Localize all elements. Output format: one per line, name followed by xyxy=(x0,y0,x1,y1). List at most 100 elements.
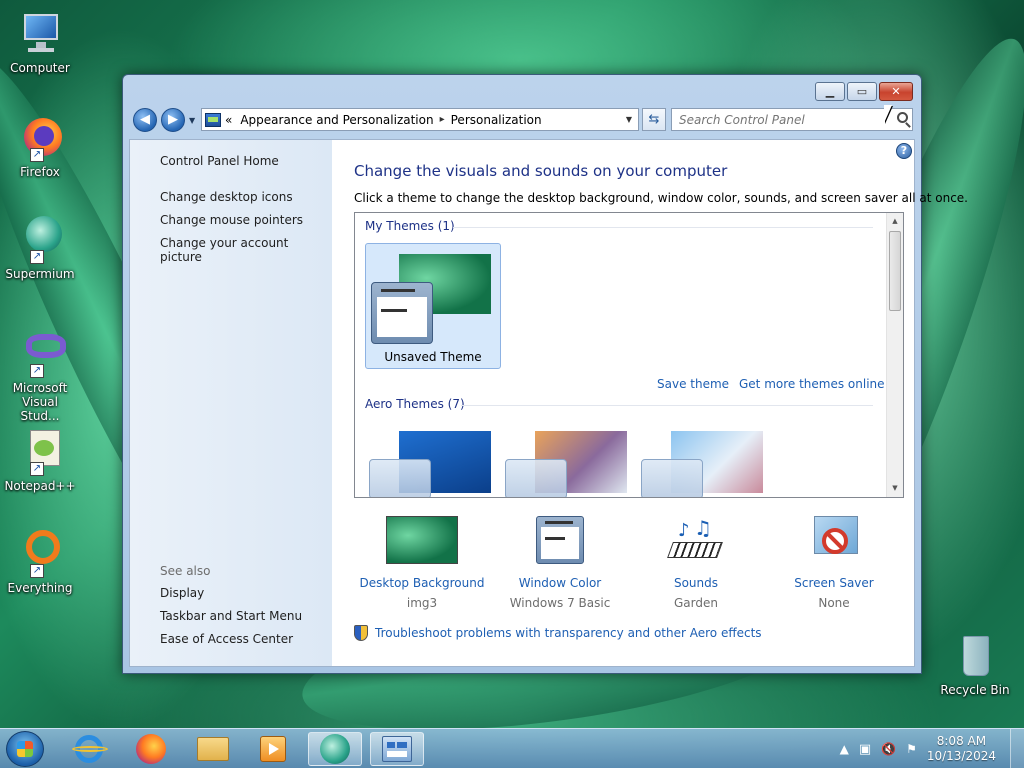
desktop-background-title[interactable]: Desktop Background xyxy=(347,576,497,590)
change-account-picture-link[interactable]: Change your account picture xyxy=(160,236,332,264)
desktop-background-icon xyxy=(386,516,458,566)
start-button[interactable] xyxy=(6,731,44,767)
firefox-icon xyxy=(136,734,166,764)
control-panel-icon xyxy=(205,112,221,127)
recent-pages-dropdown[interactable]: ▼ xyxy=(189,116,195,125)
maximize-button[interactable]: ▭ xyxy=(847,82,877,101)
window-color-title[interactable]: Window Color xyxy=(485,576,635,590)
desktop-background-setting[interactable]: Desktop Background img3 xyxy=(347,516,497,610)
save-theme-link[interactable]: Save theme xyxy=(657,377,729,391)
close-button[interactable]: ✕ xyxy=(879,82,913,101)
clock[interactable]: 8:08 AM 10/13/2024 xyxy=(927,734,996,764)
system-tray: ▲ ▣ 🔇 ⚑ 8:08 AM 10/13/2024 xyxy=(840,729,1024,768)
content-area: Control Panel Home Change desktop icons … xyxy=(129,139,968,667)
help-icon[interactable]: ? xyxy=(896,143,912,159)
theme-tile-unsaved[interactable]: Unsaved Theme xyxy=(365,243,501,369)
chevron-down-icon[interactable]: ▼ xyxy=(626,115,632,124)
notepadpp-icon: ↗ xyxy=(16,428,64,476)
breadcrumb-appearance[interactable]: Appearance and Personalization xyxy=(240,113,433,127)
see-also-label: See also xyxy=(160,564,211,578)
scroll-thumb[interactable] xyxy=(889,231,901,311)
breadcrumb-separator[interactable]: ▸ xyxy=(440,114,445,125)
internet-explorer-icon xyxy=(72,735,108,763)
desktop-icon-notepadpp[interactable]: ↗ Notepad++ xyxy=(2,428,78,493)
change-mouse-pointers-link[interactable]: Change mouse pointers xyxy=(160,213,303,227)
breadcrumb-overflow[interactable]: « xyxy=(225,113,232,127)
caption-buttons: ▁ ▭ ✕ xyxy=(813,82,913,101)
everything-icon: ↗ xyxy=(16,530,64,578)
taskbar: ▲ ▣ 🔇 ⚑ 8:08 AM 10/13/2024 xyxy=(0,728,1024,768)
scroll-down-arrow[interactable]: ▼ xyxy=(887,480,903,497)
theme-label: Unsaved Theme xyxy=(384,350,482,364)
theme-list: My Themes (1) Unsaved Theme Save theme G… xyxy=(354,212,904,498)
sounds-setting[interactable]: ♪ ♫ Sounds Garden xyxy=(621,516,771,610)
folder-icon xyxy=(197,737,229,761)
desktop-icon-supermium[interactable]: ↗ Supermium xyxy=(2,216,78,281)
refresh-button[interactable]: ⇆ xyxy=(642,108,666,131)
supermium-icon xyxy=(320,734,350,764)
clock-time: 8:08 AM xyxy=(936,734,987,748)
clock-date: 10/13/2024 xyxy=(926,749,996,763)
volume-muted-icon[interactable]: 🔇 xyxy=(881,742,896,756)
taskbar-firefox[interactable] xyxy=(124,732,178,766)
screen-saver-setting[interactable]: Screen Saver None xyxy=(759,516,909,610)
page-description: Click a theme to change the desktop back… xyxy=(354,191,968,205)
taskbar-start-menu-link[interactable]: Taskbar and Start Menu xyxy=(160,609,302,623)
search-icon[interactable] xyxy=(897,112,908,123)
window-preview xyxy=(371,282,433,344)
action-center-flag-icon[interactable]: ⚑ xyxy=(906,742,917,756)
desktop-icon-firefox[interactable]: ↗ Firefox xyxy=(2,114,78,179)
troubleshoot-label[interactable]: Troubleshoot problems with transparency … xyxy=(375,626,762,640)
firefox-icon: ↗ xyxy=(16,114,64,162)
control-panel-home-link[interactable]: Control Panel Home xyxy=(160,154,279,168)
screen-saver-value: None xyxy=(818,596,850,610)
my-themes-label: My Themes (1) xyxy=(365,219,455,233)
breadcrumb-personalization[interactable]: Personalization xyxy=(451,113,542,127)
taskbar-internet-explorer[interactable] xyxy=(62,732,116,766)
get-more-themes-link[interactable]: Get more themes online xyxy=(739,377,885,391)
shield-icon xyxy=(354,625,368,641)
scroll-up-arrow[interactable]: ▲ xyxy=(887,213,903,230)
computer-icon xyxy=(16,10,64,58)
desktop-icon-visual-studio[interactable]: ↗ Microsoft Visual Stud... xyxy=(2,330,78,423)
sounds-value: Garden xyxy=(674,596,718,610)
taskbar-explorer[interactable] xyxy=(186,732,240,766)
search-input[interactable] xyxy=(672,109,882,130)
troubleshoot-link[interactable]: Troubleshoot problems with transparency … xyxy=(354,625,762,641)
address-bar[interactable]: « Appearance and Personalization ▸ Perso… xyxy=(201,108,639,131)
visual-studio-icon: ↗ xyxy=(16,330,66,378)
mouse-cursor xyxy=(884,105,892,123)
desktop-icon-everything[interactable]: ↗ Everything xyxy=(2,530,78,595)
taskbar-supermium[interactable] xyxy=(308,732,362,766)
group-divider xyxy=(453,227,873,228)
taskbar-media-player[interactable] xyxy=(246,732,300,766)
display-link[interactable]: Display xyxy=(160,586,204,600)
forward-button[interactable]: ▶ xyxy=(161,108,185,132)
control-panel-icon xyxy=(382,736,412,762)
desktop-icon-recycle-bin[interactable]: Recycle Bin xyxy=(937,632,1013,697)
sounds-title[interactable]: Sounds xyxy=(621,576,771,590)
search-box xyxy=(671,108,913,131)
back-button[interactable]: ◀ xyxy=(133,108,157,132)
screen-saver-title[interactable]: Screen Saver xyxy=(759,576,909,590)
network-icon[interactable]: ▣ xyxy=(859,742,871,757)
taskbar-control-panel[interactable] xyxy=(370,732,424,766)
personalization-window: ▁ ▭ ✕ ◀ ▶ ▼ « Appearance and Personaliza… xyxy=(122,74,968,674)
minimize-button[interactable]: ▁ xyxy=(815,82,845,101)
navigation-bar: ◀ ▶ ▼ « Appearance and Personalization ▸… xyxy=(131,107,913,133)
desktop-icon-computer[interactable]: Computer xyxy=(2,10,78,75)
sounds-icon: ♪ ♫ xyxy=(660,516,732,566)
theme-list-scrollbar[interactable]: ▲ ▼ xyxy=(886,213,903,497)
show-desktop-button[interactable] xyxy=(1010,729,1024,768)
window-color-setting[interactable]: Window Color Windows 7 Basic xyxy=(485,516,635,610)
screen-saver-icon xyxy=(798,516,870,566)
group-divider xyxy=(461,405,873,406)
recycle-bin-icon xyxy=(951,632,999,680)
show-hidden-icons-icon[interactable]: ▲ xyxy=(840,742,849,756)
desktop-background-value: img3 xyxy=(406,596,438,610)
change-desktop-icons-link[interactable]: Change desktop icons xyxy=(160,190,293,204)
left-pane: Control Panel Home Change desktop icons … xyxy=(130,140,332,666)
aero-themes-label: Aero Themes (7) xyxy=(365,397,465,411)
ease-of-access-link[interactable]: Ease of Access Center xyxy=(160,632,293,646)
supermium-icon: ↗ xyxy=(16,216,64,264)
